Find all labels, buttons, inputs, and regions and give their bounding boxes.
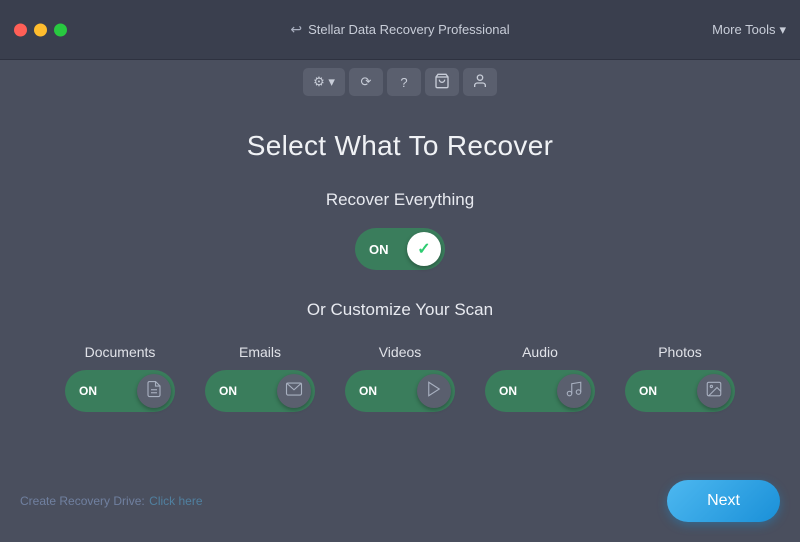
document-icon	[145, 380, 163, 402]
dropdown-arrow-icon: ▾	[779, 22, 786, 38]
cart-button[interactable]	[425, 68, 459, 96]
documents-label: Documents	[85, 344, 156, 360]
videos-label: Videos	[379, 344, 422, 360]
settings-icon: ⚙ ▾	[313, 74, 335, 90]
toggle-knob: ✓	[407, 232, 441, 266]
history-button[interactable]: ⟳	[349, 68, 383, 96]
close-button[interactable]	[14, 23, 27, 36]
check-icon: ✓	[417, 239, 430, 259]
cart-icon	[434, 73, 450, 92]
minimize-button[interactable]	[34, 23, 47, 36]
account-button[interactable]	[463, 68, 497, 96]
photo-icon	[705, 380, 723, 402]
documents-toggle-knob	[137, 374, 171, 408]
main-content: Select What To Recover Recover Everythin…	[0, 100, 800, 432]
documents-toggle[interactable]: ON	[65, 370, 175, 412]
click-here-link[interactable]: Click here	[149, 494, 202, 508]
recover-everything-toggle-container: ON ✓	[355, 228, 445, 270]
footer: Create Recovery Drive: Click here Next	[20, 480, 780, 522]
audio-toggle-knob	[557, 374, 591, 408]
recover-everything-toggle[interactable]: ON ✓	[355, 228, 445, 270]
toggle-on-label: ON	[369, 242, 389, 257]
emails-toggle-knob	[277, 374, 311, 408]
recovery-drive-label: Create Recovery Drive:	[20, 494, 145, 508]
category-emails: Emails ON	[205, 344, 315, 412]
photos-on-label: ON	[639, 384, 657, 398]
photos-toggle[interactable]: ON	[625, 370, 735, 412]
category-photos: Photos ON	[625, 344, 735, 412]
videos-toggle-knob	[417, 374, 451, 408]
audio-label: Audio	[522, 344, 558, 360]
titlebar: ↩ Stellar Data Recovery Professional Mor…	[0, 0, 800, 60]
videos-toggle[interactable]: ON	[345, 370, 455, 412]
category-documents: Documents ON	[65, 344, 175, 412]
documents-on-label: ON	[79, 384, 97, 398]
audio-icon	[565, 380, 583, 402]
audio-on-label: ON	[499, 384, 517, 398]
traffic-lights	[14, 23, 67, 36]
recovery-drive-text: Create Recovery Drive: Click here	[20, 492, 203, 510]
category-videos: Videos ON	[345, 344, 455, 412]
emails-on-label: ON	[219, 384, 237, 398]
history-icon: ⟳	[361, 74, 372, 90]
photos-toggle-knob	[697, 374, 731, 408]
recover-everything-label: Recover Everything	[326, 190, 474, 210]
back-icon: ↩	[290, 21, 302, 38]
audio-toggle[interactable]: ON	[485, 370, 595, 412]
photos-label: Photos	[658, 344, 702, 360]
settings-button[interactable]: ⚙ ▾	[303, 68, 345, 96]
category-audio: Audio ON	[485, 344, 595, 412]
more-tools-button[interactable]: More Tools ▾	[712, 22, 786, 38]
categories-row: Documents ON Emails	[65, 344, 735, 412]
emails-label: Emails	[239, 344, 281, 360]
help-button[interactable]: ?	[387, 68, 421, 96]
recover-everything-section: Recover Everything ON ✓	[326, 190, 474, 300]
email-icon	[285, 380, 303, 402]
app-title: Stellar Data Recovery Professional	[308, 22, 510, 37]
help-icon: ?	[400, 75, 407, 90]
account-icon	[472, 73, 488, 92]
emails-toggle[interactable]: ON	[205, 370, 315, 412]
next-button[interactable]: Next	[667, 480, 780, 522]
videos-on-label: ON	[359, 384, 377, 398]
customize-scan-label: Or Customize Your Scan	[307, 300, 493, 320]
video-icon	[425, 380, 443, 402]
maximize-button[interactable]	[54, 23, 67, 36]
page-title: Select What To Recover	[247, 130, 553, 162]
title-center: ↩ Stellar Data Recovery Professional	[290, 21, 509, 38]
more-tools-label: More Tools	[712, 22, 775, 37]
